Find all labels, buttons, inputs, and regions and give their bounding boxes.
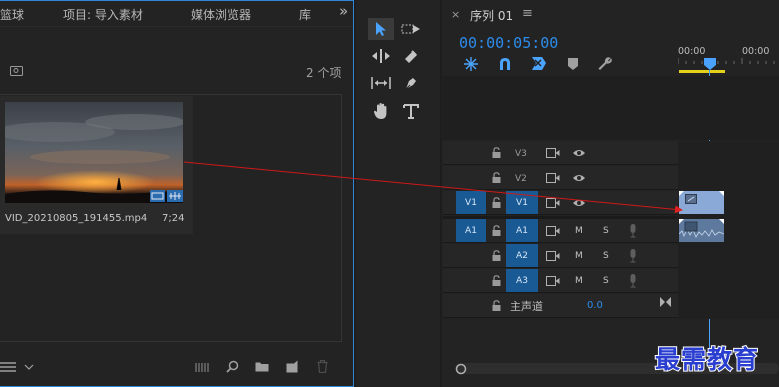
watermark: 最需教育 [654, 344, 760, 375]
drag-arrow [183, 161, 683, 214]
